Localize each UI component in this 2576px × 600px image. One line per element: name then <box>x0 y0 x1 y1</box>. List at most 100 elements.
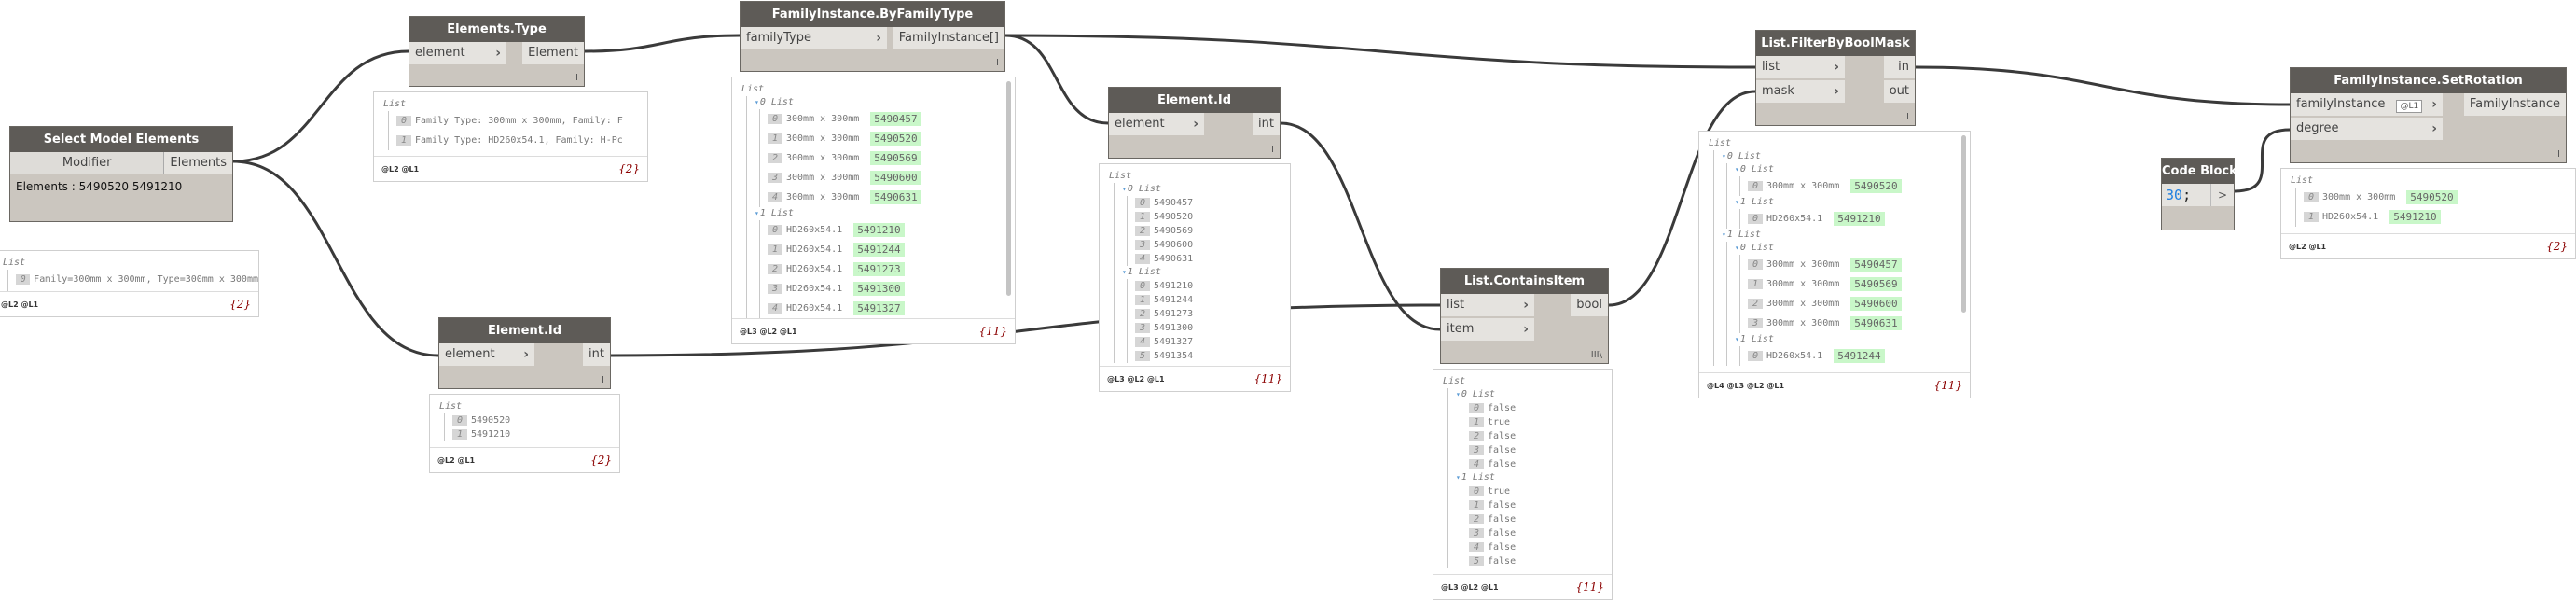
code-text[interactable]: 30; <box>2162 184 2210 206</box>
expand-triangle-icon[interactable]: ▾ <box>1722 230 1726 239</box>
node-contains-item[interactable]: List.ContainsItem list › item › bool III\ <box>1440 268 1609 364</box>
expand-triangle-icon[interactable]: ▾ <box>1122 185 1127 193</box>
node-title[interactable]: FamilyInstance.SetRotation <box>2291 68 2566 93</box>
lacing-icon[interactable]: I <box>575 73 578 83</box>
element-id-link[interactable]: 5490520 <box>1850 179 1902 193</box>
preview-bubble[interactable]: List 0 Family Type: 300mm x 300mm, Family:… <box>373 91 648 182</box>
preview-list-label[interactable]: ▾0 List <box>755 96 1015 109</box>
input-port-element[interactable]: element › <box>1109 113 1204 135</box>
expand-triangle-icon[interactable]: ▾ <box>1122 268 1127 276</box>
expand-triangle-icon[interactable]: ▾ <box>1735 244 1739 252</box>
element-id-link[interactable]: 5491210 <box>2389 210 2441 224</box>
input-port-element[interactable]: element › <box>409 42 506 64</box>
output-port-bool[interactable]: bool <box>1571 294 1608 316</box>
element-id-link[interactable]: 5490600 <box>1850 297 1902 311</box>
expand-triangle-icon[interactable]: ▾ <box>755 98 759 106</box>
input-port-list[interactable]: list › <box>1441 294 1534 316</box>
preview-list-label[interactable]: ▾1 List <box>1456 471 1612 484</box>
element-id-link[interactable]: 5491210 <box>853 223 905 237</box>
input-port-familyinstance[interactable]: familyInstance @L1 › <box>2291 93 2443 116</box>
output-port-out[interactable]: out <box>1883 80 1915 103</box>
preview-list-label[interactable]: ▾0 List <box>1735 242 1970 255</box>
preview-list-label[interactable]: ▾0 List <box>1456 388 1612 401</box>
connector-wire[interactable] <box>584 34 741 53</box>
modifier-button[interactable]: Modifier <box>10 152 165 174</box>
element-id-link[interactable]: 5491327 <box>853 301 905 315</box>
preview-list-label[interactable]: ▾1 List <box>1735 333 1970 346</box>
preview-content[interactable]: List ▾0 List ▾0 List 0 300mm x 300mm 5490520 ▾… <box>1699 132 1970 372</box>
node-by-family-type[interactable]: FamilyInstance.ByFamilyType familyType › Fa… <box>740 1 1005 72</box>
lacing-icon[interactable]: I <box>1906 112 1909 122</box>
preview-content[interactable]: List 0 5490520 1 5491210 <box>430 395 619 447</box>
connector-wire[interactable] <box>1280 121 1441 331</box>
input-port-degree[interactable]: degree › <box>2291 118 2443 140</box>
preview-list-label[interactable]: List <box>1109 170 1290 183</box>
node-elements-type[interactable]: Elements.Type element › Element I <box>409 16 585 87</box>
preview-list-label[interactable]: ▾0 List <box>1735 163 1970 176</box>
element-id-link[interactable]: 5490457 <box>870 112 921 126</box>
preview-list-label[interactable]: ▾1 List <box>755 207 1015 220</box>
node-filter-by-bool-mask[interactable]: List.FilterByBoolMask list › mask › in out I <box>1755 30 1916 126</box>
preview-list-label[interactable]: List <box>1709 137 1970 150</box>
chevron-right-icon[interactable]: › <box>1523 298 1529 313</box>
input-port-element[interactable]: element › <box>439 343 534 366</box>
scrollbar[interactable] <box>1961 135 1966 313</box>
element-id-link[interactable]: 5490631 <box>870 190 921 204</box>
node-title[interactable]: FamilyInstance.ByFamilyType <box>741 2 1004 27</box>
preview-list-label[interactable]: ▾1 List <box>1735 196 1970 209</box>
scrollbar[interactable] <box>1006 81 1011 296</box>
preview-bubble[interactable]: List 0 300mm x 300mm 5490520 1 HD260x54.1 5491… <box>2280 168 2576 259</box>
preview-content[interactable]: List ▾0 List 0 false 1 true 2 false 3 false 4 false… <box>1433 370 1612 574</box>
node-title[interactable]: Select Model Elements <box>10 127 232 152</box>
lacing-icon[interactable]: I <box>996 58 999 68</box>
output-port-int[interactable]: int <box>1253 113 1280 135</box>
input-port-familytype[interactable]: familyType › <box>741 27 887 49</box>
chevron-right-icon[interactable]: › <box>1523 322 1529 337</box>
chevron-right-icon[interactable]: › <box>876 31 881 46</box>
element-id-link[interactable]: 5491244 <box>853 243 905 257</box>
connector-wire[interactable] <box>1915 65 2291 106</box>
node-title[interactable]: Elements.Type <box>409 17 584 42</box>
preview-bubble[interactable]: List ▾0 List ▾0 List 0 300mm x 300mm 5490520 ▾… <box>1698 131 1971 398</box>
element-id-link[interactable]: 5490569 <box>870 151 921 165</box>
node-element-id-bottom[interactable]: Element.Id element › int I <box>438 317 611 389</box>
node-title[interactable]: Element.Id <box>439 318 610 343</box>
chevron-right-icon[interactable]: › <box>2431 97 2437 112</box>
preview-list-label[interactable]: List <box>439 400 619 413</box>
preview-list-label[interactable]: List <box>2291 174 2575 188</box>
connector-wire[interactable] <box>1004 34 1756 69</box>
preview-bubble[interactable]: List ▾0 List 0 5490457 1 5490520 2 5490569 3 5490… <box>1099 163 1291 392</box>
node-title[interactable]: Element.Id <box>1109 88 1280 113</box>
preview-list-label[interactable]: ▾1 List <box>1722 229 1970 242</box>
preview-list-label[interactable]: List <box>383 98 647 111</box>
preview-bubble[interactable]: List 0 5490520 1 5491210 @L2 @L1 {2} <box>429 394 620 473</box>
expand-triangle-icon[interactable]: ▾ <box>1722 152 1726 160</box>
preview-content[interactable]: List ▾0 List 0 5490457 1 5490520 2 5490569 3 5490… <box>1100 164 1290 366</box>
element-id-link[interactable]: 5490631 <box>1850 316 1902 330</box>
preview-list-label[interactable]: ▾0 List <box>1722 150 1970 163</box>
input-port-mask[interactable]: mask › <box>1756 80 1845 103</box>
lacing-icon[interactable]: I <box>602 375 604 385</box>
preview-content[interactable]: List 0 Family Type: 300mm x 300mm, Family:… <box>374 92 647 156</box>
element-id-link[interactable]: 5491210 <box>1834 212 1885 226</box>
chevron-right-icon[interactable]: › <box>523 347 529 362</box>
node-set-rotation[interactable]: FamilyInstance.SetRotation familyInstance… <box>2290 67 2567 163</box>
node-title[interactable]: Code Block <box>2162 159 2237 184</box>
node-element-id-top[interactable]: Element.Id element › int I <box>1108 87 1281 159</box>
expand-triangle-icon[interactable]: ▾ <box>1735 165 1739 174</box>
lacing-icon[interactable]: III\ <box>1591 350 1602 360</box>
element-id-link[interactable]: 5490569 <box>1850 277 1902 291</box>
element-id-link[interactable]: 5490600 <box>870 171 921 185</box>
preview-list-label[interactable]: List <box>3 257 258 270</box>
output-port-familyinstance[interactable]: FamilyInstance[] <box>893 27 1004 49</box>
preview-bubble[interactable]: List ▾0 List 0 false 1 true 2 false 3 false 4 false… <box>1433 369 1613 600</box>
preview-content[interactable]: List 0 300mm x 300mm 5490520 1 HD260x54.1 5491… <box>2281 169 2575 233</box>
output-port-elements[interactable]: Elements <box>164 152 232 174</box>
node-select[interactable]: Select Model Elements Modifier Elements Ele… <box>9 126 233 222</box>
node-title[interactable]: List.FilterByBoolMask <box>1756 31 1915 56</box>
chevron-right-icon[interactable]: › <box>1834 84 1839 99</box>
connector-wire[interactable] <box>232 160 439 357</box>
chevron-right-icon[interactable]: › <box>2431 121 2437 136</box>
input-port-list[interactable]: list › <box>1756 56 1845 78</box>
chevron-right-icon[interactable]: › <box>1193 117 1198 132</box>
